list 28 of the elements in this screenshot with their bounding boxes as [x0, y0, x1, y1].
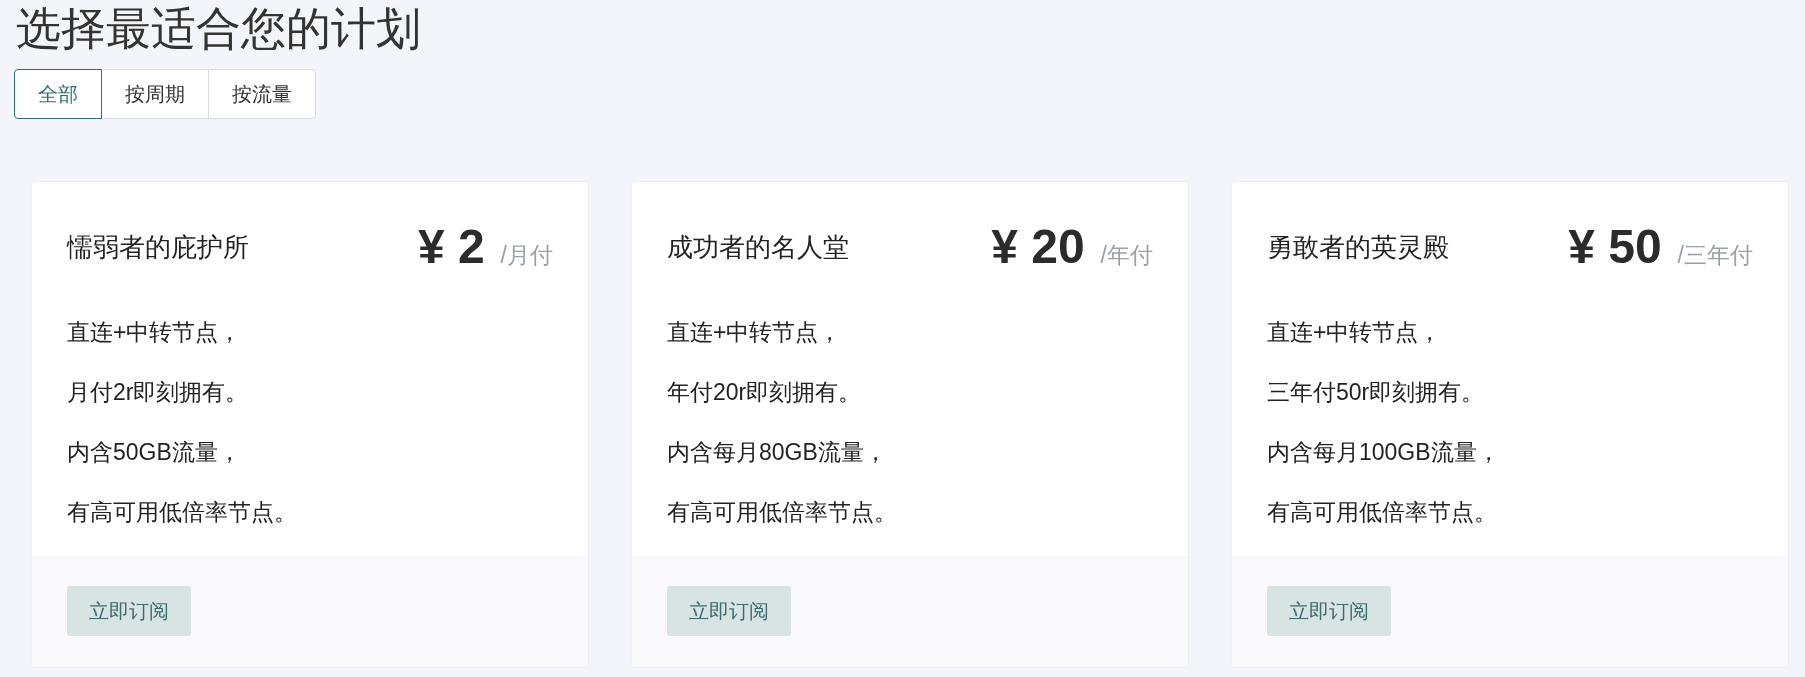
plan-price: ¥ 50 — [1568, 219, 1662, 275]
plan-feature: 月付2r即刻拥有。 — [67, 378, 249, 407]
billing-period: /月付 — [500, 241, 553, 270]
plan-feature: 有高可用低倍率节点。 — [67, 498, 297, 527]
filter-tab[interactable]: 全部 — [14, 69, 102, 119]
billing-period: /三年付 — [1677, 241, 1753, 270]
plan-feature: 有高可用低倍率节点。 — [1267, 498, 1497, 527]
plan-feature: 有高可用低倍率节点。 — [667, 498, 897, 527]
plan-feature: 直连+中转节点， — [1267, 318, 1442, 347]
subscribe-button[interactable]: 立即订阅 — [667, 586, 791, 636]
plan-feature: 年付20r即刻拥有。 — [667, 378, 862, 407]
plan-feature: 内含每月100GB流量， — [1267, 438, 1500, 467]
plan-name: 勇敢者的英灵殿 — [1267, 230, 1449, 264]
plan-name: 懦弱者的庇护所 — [67, 230, 249, 264]
plan-name: 成功者的名人堂 — [667, 230, 849, 264]
filter-tab[interactable]: 按周期 — [101, 69, 209, 119]
plan-price: ¥ 2 — [417, 219, 485, 275]
plan-price: ¥ 20 — [991, 219, 1085, 275]
plan-feature: 内含每月80GB流量， — [667, 438, 887, 467]
plan-feature: 直连+中转节点， — [667, 318, 842, 347]
billing-period: /年付 — [1100, 241, 1153, 270]
plan-feature: 三年付50r即刻拥有。 — [1267, 378, 1485, 407]
filter-tab[interactable]: 按流量 — [208, 69, 316, 119]
plan-feature: 内含50GB流量， — [67, 438, 241, 467]
page-title: 选择最适合您的计划 — [16, 2, 421, 56]
subscribe-button[interactable]: 立即订阅 — [1267, 586, 1391, 636]
subscribe-button[interactable]: 立即订阅 — [67, 586, 191, 636]
plan-feature: 直连+中转节点， — [67, 318, 242, 347]
